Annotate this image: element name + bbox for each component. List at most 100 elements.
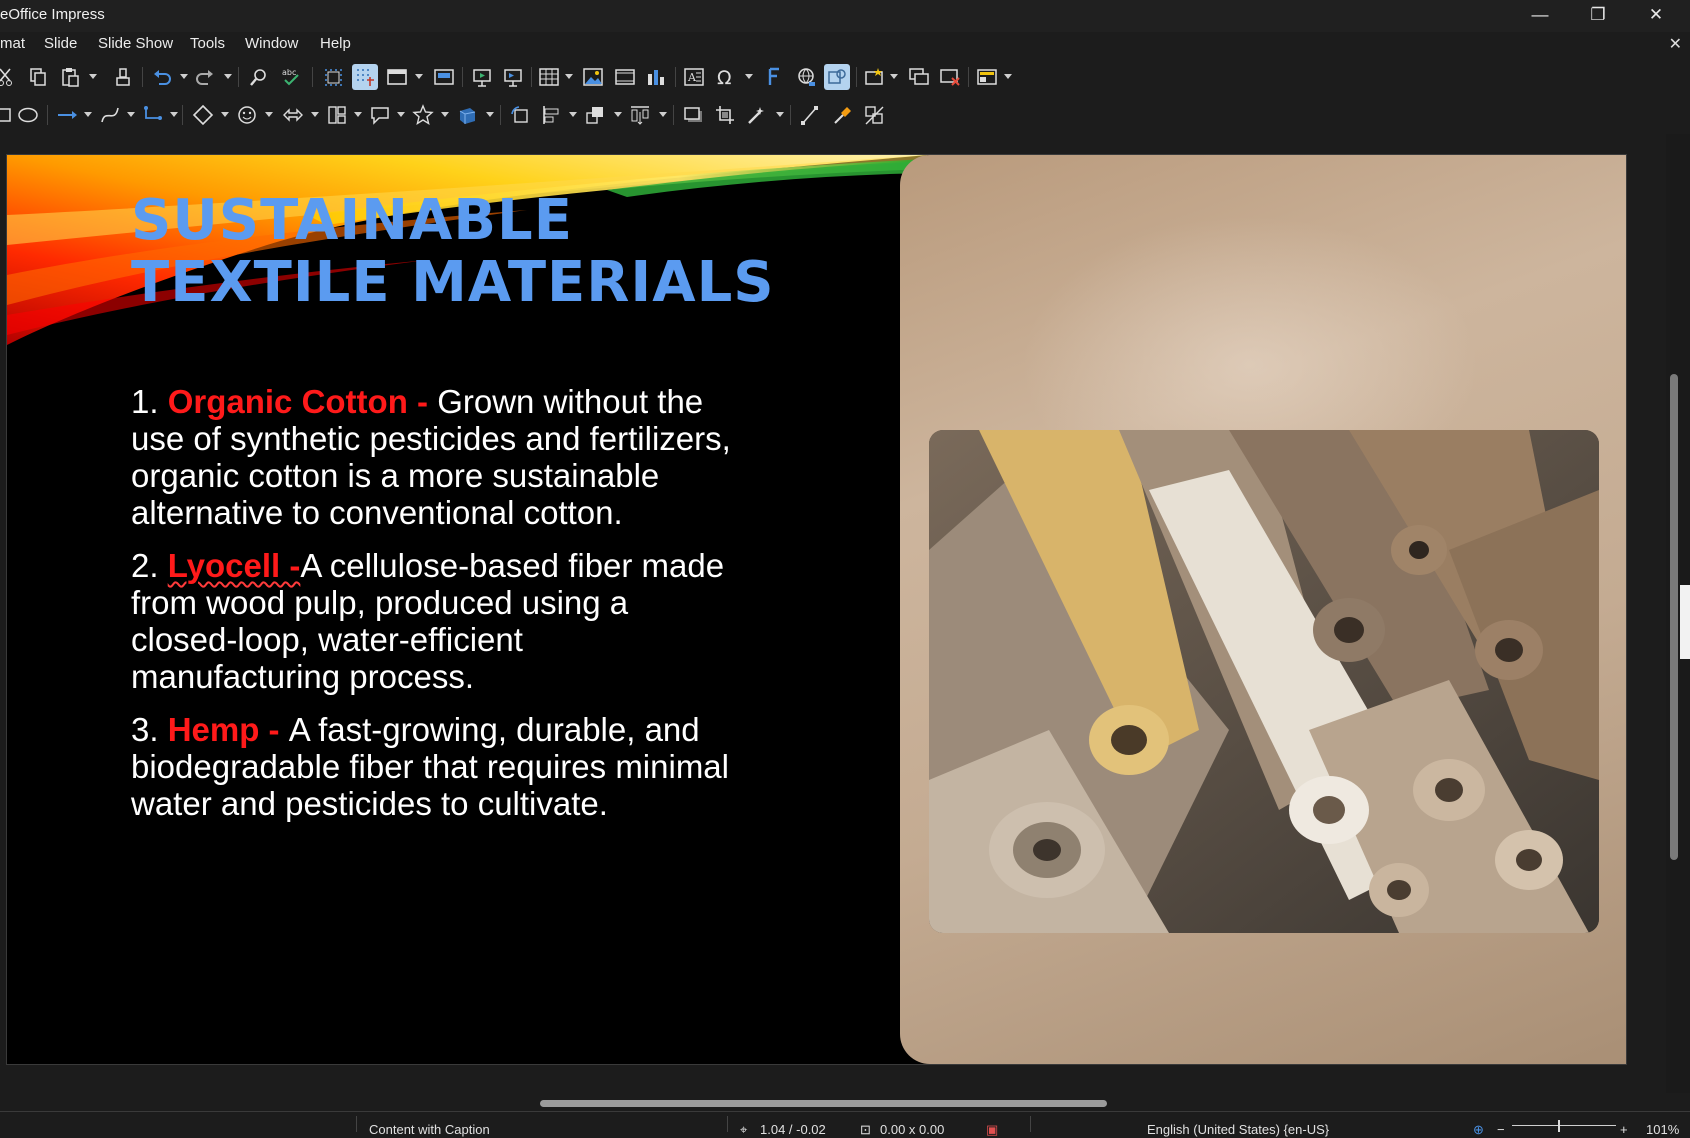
line-arrow-dropdown-icon[interactable]: [84, 112, 92, 117]
vertical-scrollbar-thumb[interactable]: [1670, 374, 1678, 860]
distribute-dropdown-icon[interactable]: [659, 112, 667, 117]
stars-icon[interactable]: [410, 102, 436, 128]
redo-icon[interactable]: [192, 64, 218, 90]
media-icon[interactable]: [612, 64, 638, 90]
zoom-slider[interactable]: [1512, 1125, 1616, 1126]
grid-icon[interactable]: [320, 64, 346, 90]
menu-slide-show[interactable]: Slide Show: [98, 35, 173, 52]
new-slide-icon[interactable]: [861, 64, 887, 90]
paste-icon[interactable]: [57, 64, 83, 90]
zoom-out-icon[interactable]: −: [1497, 1122, 1505, 1137]
crop-icon[interactable]: [712, 102, 738, 128]
find-replace-icon[interactable]: [246, 64, 272, 90]
maximize-button[interactable]: ❐: [1569, 0, 1627, 30]
block-arrows-icon[interactable]: [280, 102, 306, 128]
image-icon[interactable]: [580, 64, 606, 90]
delete-slide-icon[interactable]: [937, 64, 963, 90]
points-icon[interactable]: [797, 102, 823, 128]
3d-objects-dropdown-icon[interactable]: [486, 112, 494, 117]
block-arrows-dropdown-icon[interactable]: [311, 112, 319, 117]
slide-title[interactable]: SUSTAINABLE TEXTILE MATERIALS: [131, 190, 775, 314]
bullet-keyword: Organic Cotton -: [167, 383, 438, 420]
start-first-slide-icon[interactable]: [469, 64, 495, 90]
duplicate-slide-icon[interactable]: [906, 64, 932, 90]
table-dropdown-icon[interactable]: [565, 74, 573, 79]
hyperlink-icon[interactable]: [793, 64, 819, 90]
arrange-icon[interactable]: [582, 102, 608, 128]
menu-help[interactable]: Help: [320, 35, 351, 52]
start-current-slide-icon[interactable]: [500, 64, 526, 90]
menu-tools[interactable]: Tools: [190, 35, 225, 52]
arrange-dropdown-icon[interactable]: [614, 112, 622, 117]
glue-points-icon[interactable]: [829, 102, 855, 128]
sidebar-toggle-handle[interactable]: [1680, 585, 1690, 659]
menu-slide[interactable]: Slide: [44, 35, 77, 52]
basic-shapes-icon[interactable]: [190, 102, 216, 128]
zoom-in-icon[interactable]: +: [1620, 1122, 1628, 1137]
undo-icon[interactable]: [149, 64, 175, 90]
special-character-icon[interactable]: Ω: [713, 64, 739, 90]
content-textbox[interactable]: 1. Organic Cotton - Grown without the us…: [131, 383, 731, 838]
connector-icon[interactable]: [140, 102, 166, 128]
chart-icon[interactable]: [643, 64, 669, 90]
new-slide-dropdown-icon[interactable]: [890, 74, 898, 79]
close-document-icon[interactable]: ✕: [1669, 34, 1682, 54]
svg-text:A: A: [687, 71, 697, 84]
cut-icon[interactable]: [0, 64, 20, 90]
toggle-extrusion-icon[interactable]: [861, 102, 887, 128]
close-button[interactable]: ✕: [1627, 0, 1685, 30]
bullet-number: 3.: [131, 711, 168, 748]
curve-icon[interactable]: [97, 102, 123, 128]
slide-layout-icon[interactable]: [974, 64, 1000, 90]
fontwork-icon[interactable]: [761, 64, 787, 90]
menu-format[interactable]: mat: [0, 35, 25, 52]
3d-objects-icon[interactable]: [454, 102, 480, 128]
document-modified-icon[interactable]: ▣: [986, 1122, 998, 1138]
zoom-slider-thumb[interactable]: [1558, 1120, 1560, 1132]
display-views-icon[interactable]: [384, 64, 410, 90]
filter-icon[interactable]: [744, 102, 770, 128]
symbol-shapes-icon[interactable]: [234, 102, 260, 128]
spelling-icon[interactable]: abc: [278, 64, 304, 90]
line-arrow-icon[interactable]: [54, 102, 80, 128]
align-icon[interactable]: [538, 102, 564, 128]
interaction-icon[interactable]: [824, 64, 850, 90]
rotate-icon[interactable]: [507, 102, 533, 128]
fit-slide-icon[interactable]: ⊕: [1473, 1122, 1484, 1138]
rectangle-icon[interactable]: [0, 102, 16, 128]
undo-dropdown-icon[interactable]: [180, 74, 188, 79]
curve-dropdown-icon[interactable]: [127, 112, 135, 117]
display-views-dropdown-icon[interactable]: [415, 74, 423, 79]
snap-guides-icon[interactable]: [352, 64, 378, 90]
distribute-icon[interactable]: [627, 102, 653, 128]
symbol-shapes-dropdown-icon[interactable]: [265, 112, 273, 117]
fabric-rolls-photo[interactable]: [929, 430, 1599, 933]
callouts-icon[interactable]: [367, 102, 393, 128]
minimize-button[interactable]: —: [1511, 0, 1569, 30]
table-icon[interactable]: [536, 64, 562, 90]
align-dropdown-icon[interactable]: [569, 112, 577, 117]
status-zoom[interactable]: 101%: [1646, 1122, 1679, 1137]
callouts-dropdown-icon[interactable]: [397, 112, 405, 117]
textbox-icon[interactable]: A: [681, 64, 707, 90]
flowchart-dropdown-icon[interactable]: [354, 112, 362, 117]
copy-icon[interactable]: [25, 64, 51, 90]
paste-dropdown-icon[interactable]: [89, 74, 97, 79]
horizontal-scrollbar-thumb[interactable]: [540, 1100, 1107, 1107]
menu-window[interactable]: Window: [245, 35, 298, 52]
slide-canvas[interactable]: SUSTAINABLE TEXTILE MATERIALS 1. Organic…: [6, 154, 1627, 1065]
clone-formatting-icon[interactable]: [110, 64, 136, 90]
special-character-dropdown-icon[interactable]: [745, 74, 753, 79]
standard-toolbar: abc A Ω: [0, 58, 1690, 96]
flowchart-icon[interactable]: [324, 102, 350, 128]
stars-dropdown-icon[interactable]: [441, 112, 449, 117]
master-slide-icon[interactable]: [431, 64, 457, 90]
ellipse-icon[interactable]: [15, 102, 41, 128]
slide-layout-dropdown-icon[interactable]: [1004, 74, 1012, 79]
filter-dropdown-icon[interactable]: [776, 112, 784, 117]
status-language[interactable]: English (United States) {en-US}: [1147, 1122, 1329, 1137]
shadow-icon[interactable]: [680, 102, 706, 128]
connector-dropdown-icon[interactable]: [170, 112, 178, 117]
basic-shapes-dropdown-icon[interactable]: [221, 112, 229, 117]
redo-dropdown-icon[interactable]: [224, 74, 232, 79]
